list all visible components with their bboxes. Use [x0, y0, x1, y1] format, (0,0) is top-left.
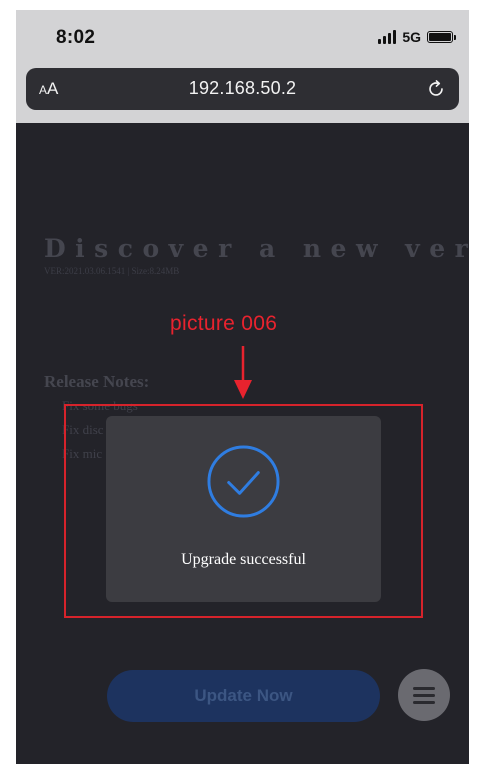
annotation-box [64, 404, 423, 618]
version-meta: VER:2021.03.06.1541 | Size:8.24MB [44, 266, 180, 276]
network-label: 5G [402, 29, 421, 45]
status-time: 8:02 [56, 27, 96, 48]
reload-icon[interactable] [425, 78, 447, 100]
annotation-arrow-icon [234, 346, 252, 399]
signal-icon [378, 30, 397, 44]
battery-icon [427, 31, 456, 43]
menu-button[interactable] [398, 669, 450, 721]
release-notes-title: Release Notes: [44, 372, 150, 391]
status-indicators: 5G [378, 29, 456, 45]
url-text[interactable]: 192.168.50.2 [26, 78, 459, 99]
annotation-label: picture 006 [170, 312, 278, 335]
address-bar[interactable]: AA 192.168.50.2 [26, 68, 459, 110]
update-now-button[interactable]: Update Now [107, 670, 380, 722]
headline: Discover a new version [44, 234, 469, 263]
browser-chrome: 8:02 5G AA 192.168.50.2 [16, 10, 469, 123]
